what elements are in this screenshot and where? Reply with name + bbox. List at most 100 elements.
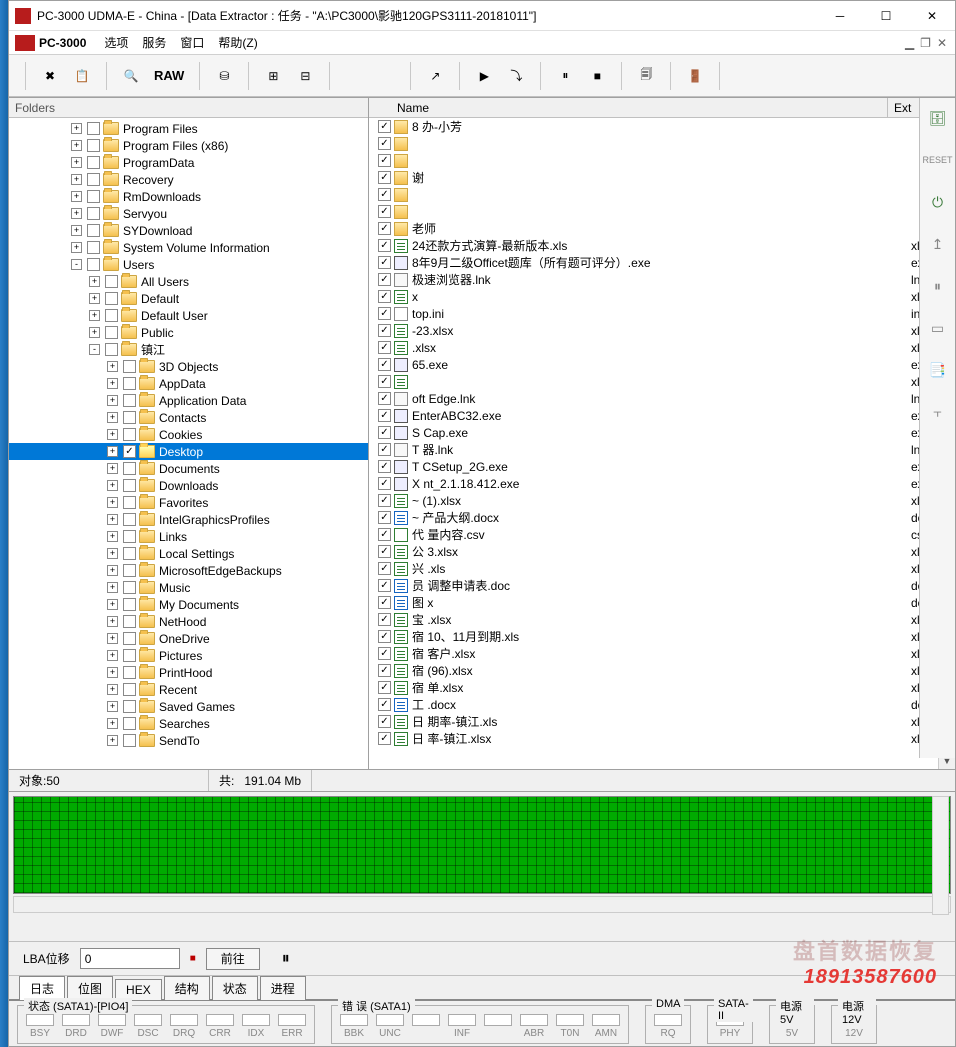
tree-checkbox[interactable]: [105, 343, 118, 356]
tree-item[interactable]: +Documents: [9, 460, 368, 477]
tree-checkbox[interactable]: [123, 615, 136, 628]
expand-toggle[interactable]: +: [107, 531, 118, 542]
tree-expand-icon[interactable]: ⊞: [259, 62, 287, 90]
file-row[interactable]: 兴 .xlsxls: [369, 560, 955, 577]
tree-checkbox[interactable]: [87, 173, 100, 186]
up-arrow-icon[interactable]: ↥: [926, 232, 950, 256]
expand-toggle[interactable]: +: [107, 514, 118, 525]
expand-toggle[interactable]: +: [71, 174, 82, 185]
file-checkbox[interactable]: [378, 681, 391, 694]
tree-checkbox[interactable]: [123, 513, 136, 526]
menu-help[interactable]: 帮助(Z): [218, 34, 257, 51]
file-checkbox[interactable]: [378, 732, 391, 745]
maximize-button[interactable]: ☐: [863, 1, 909, 31]
file-row[interactable]: ~ 产品大纲.docxdoc: [369, 509, 955, 526]
expand-toggle[interactable]: +: [107, 395, 118, 406]
binoculars-icon[interactable]: 🔍: [117, 62, 145, 90]
file-checkbox[interactable]: [378, 290, 391, 303]
folder-tree[interactable]: +Program Files+Program Files (x86)+Progr…: [9, 118, 368, 769]
tree-item[interactable]: +Desktop: [9, 443, 368, 460]
file-checkbox[interactable]: [378, 698, 391, 711]
file-row[interactable]: 宝 .xlsxxlsx: [369, 611, 955, 628]
file-row[interactable]: 宿 单.xlsxxlsx: [369, 679, 955, 696]
file-row[interactable]: 日 期率-镇江.xlsxls: [369, 713, 955, 730]
sector-v-scrollbar[interactable]: [932, 796, 949, 915]
expand-toggle[interactable]: +: [107, 429, 118, 440]
expand-toggle[interactable]: +: [71, 157, 82, 168]
file-checkbox[interactable]: [378, 443, 391, 456]
expand-toggle[interactable]: +: [107, 463, 118, 474]
tree-checkbox[interactable]: [123, 632, 136, 645]
file-checkbox[interactable]: [378, 545, 391, 558]
tree-checkbox[interactable]: [87, 258, 100, 271]
pause-icon[interactable]: ⏸: [551, 62, 579, 90]
sector-map[interactable]: [13, 796, 951, 894]
tree-checkbox[interactable]: [105, 326, 118, 339]
db-refresh-icon[interactable]: 🗄: [926, 106, 950, 130]
expand-toggle[interactable]: +: [107, 582, 118, 593]
tree-checkbox[interactable]: [123, 666, 136, 679]
mdi-close-button[interactable]: ✕: [937, 36, 947, 50]
sector-scrollbar[interactable]: [13, 896, 951, 913]
goto-button[interactable]: 前往: [206, 948, 260, 970]
tree-item[interactable]: +Public: [9, 324, 368, 341]
file-row[interactable]: 员 调整申请表.docdoc: [369, 577, 955, 594]
tree-checkbox[interactable]: [123, 547, 136, 560]
tree-item[interactable]: +Program Files (x86): [9, 137, 368, 154]
file-row[interactable]: xxlsx: [369, 288, 955, 305]
tree-item[interactable]: +Favorites: [9, 494, 368, 511]
expand-toggle[interactable]: +: [107, 361, 118, 372]
file-checkbox[interactable]: [378, 375, 391, 388]
file-list[interactable]: 8 办-小芳 谢 老师 24还款方式演算-最新版本.xlsxls 8年9月二级O…: [369, 118, 955, 769]
file-row[interactable]: -23.xlsxxlsx: [369, 322, 955, 339]
file-checkbox[interactable]: [378, 579, 391, 592]
tree-item[interactable]: +NetHood: [9, 613, 368, 630]
file-checkbox[interactable]: [378, 358, 391, 371]
reset-icon[interactable]: RESET: [926, 148, 950, 172]
tree-item[interactable]: +My Documents: [9, 596, 368, 613]
expand-toggle[interactable]: +: [107, 650, 118, 661]
expand-toggle[interactable]: +: [89, 276, 100, 287]
disk-icon[interactable]: ⛁: [210, 62, 238, 90]
expand-toggle[interactable]: +: [107, 667, 118, 678]
file-checkbox[interactable]: [378, 613, 391, 626]
raw-button[interactable]: RAW: [149, 62, 189, 90]
tree-checkbox[interactable]: [123, 700, 136, 713]
copy-icon[interactable]: 🗐: [632, 62, 660, 90]
file-checkbox[interactable]: [378, 324, 391, 337]
tree-item[interactable]: +AppData: [9, 375, 368, 392]
file-row[interactable]: xlsx: [369, 373, 955, 390]
tree-checkbox[interactable]: [123, 411, 136, 424]
tree-item[interactable]: +RmDownloads: [9, 188, 368, 205]
expand-toggle[interactable]: +: [107, 599, 118, 610]
expand-toggle[interactable]: +: [71, 208, 82, 219]
mdi-restore-button[interactable]: ❐: [920, 36, 931, 50]
file-row[interactable]: T CSetup_2G.exeexe: [369, 458, 955, 475]
tree-item[interactable]: +Saved Games: [9, 698, 368, 715]
tree-item[interactable]: +Default: [9, 290, 368, 307]
file-checkbox[interactable]: [378, 511, 391, 524]
tree-item[interactable]: +Program Files: [9, 120, 368, 137]
expand-toggle[interactable]: +: [107, 378, 118, 389]
file-checkbox[interactable]: [378, 426, 391, 439]
minimize-button[interactable]: ─: [817, 1, 863, 31]
layers-icon[interactable]: 📑: [926, 358, 950, 382]
tree-checkbox[interactable]: [123, 564, 136, 577]
file-checkbox[interactable]: [378, 494, 391, 507]
tree-checkbox[interactable]: [105, 275, 118, 288]
tools-icon[interactable]: ✖: [36, 62, 64, 90]
file-row[interactable]: 24还款方式演算-最新版本.xlsxls: [369, 237, 955, 254]
tree-item[interactable]: +Pictures: [9, 647, 368, 664]
tree-item[interactable]: +Downloads: [9, 477, 368, 494]
expand-toggle[interactable]: +: [71, 242, 82, 253]
tree-item[interactable]: +Application Data: [9, 392, 368, 409]
tree-checkbox[interactable]: [123, 734, 136, 747]
file-row[interactable]: 公 3.xlsxxlsx: [369, 543, 955, 560]
tree-checkbox[interactable]: [123, 649, 136, 662]
file-row[interactable]: T 器.lnklnk: [369, 441, 955, 458]
tree-checkbox[interactable]: [87, 139, 100, 152]
tree-checkbox[interactable]: [123, 462, 136, 475]
power-icon[interactable]: ⏻: [926, 190, 950, 214]
expand-toggle[interactable]: +: [107, 735, 118, 746]
tree-item[interactable]: +SendTo: [9, 732, 368, 749]
